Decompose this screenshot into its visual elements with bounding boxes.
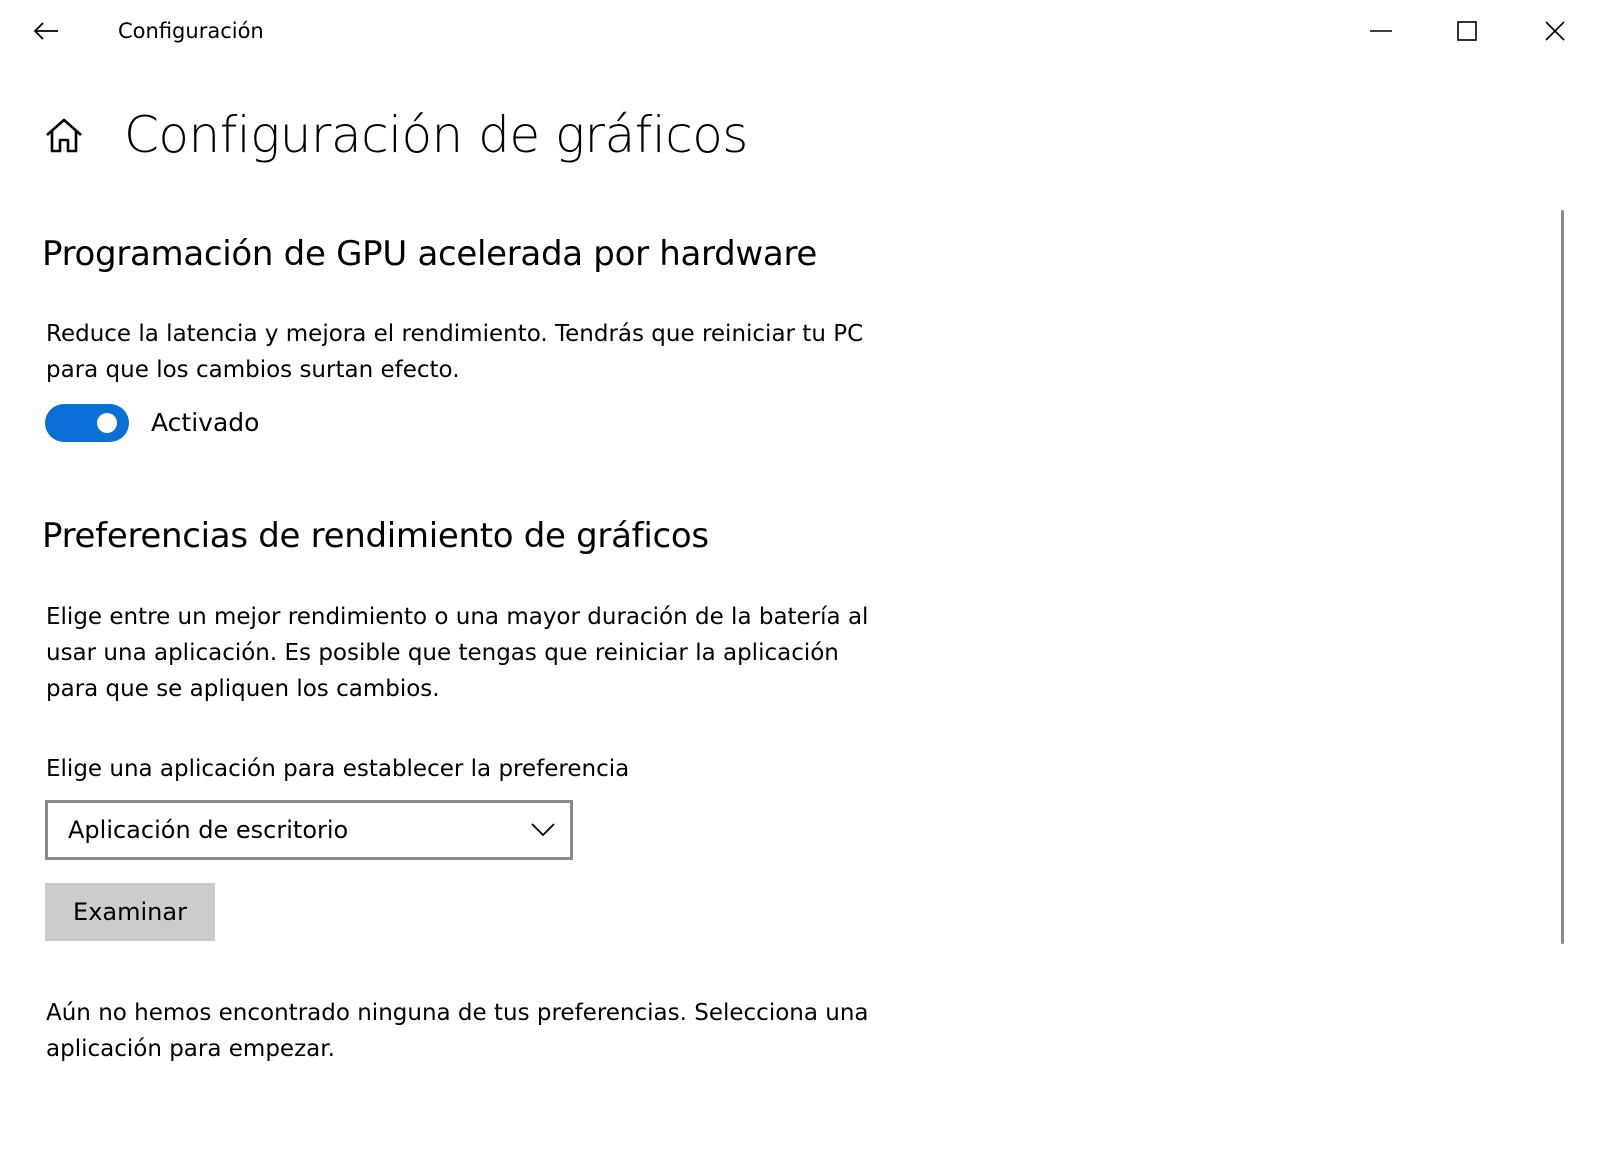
app-type-select-label: Elige una aplicación para establecer la … [46, 756, 630, 782]
gpu-scheduling-toggle-row: Activado [45, 403, 259, 443]
app-title: Configuración [118, 19, 264, 43]
toggle-state-label: Activado [151, 408, 260, 437]
graphics-preference-heading: Preferencias de rendimiento de gráficos [42, 516, 709, 556]
home-icon [46, 118, 82, 153]
maximize-button[interactable] [1424, 0, 1510, 62]
back-button[interactable] [22, 10, 70, 52]
gpu-scheduling-heading: Programación de GPU acelerada por hardwa… [42, 234, 817, 274]
close-icon [1545, 21, 1565, 41]
title-bar: Configuración [0, 0, 1600, 62]
chevron-down-icon [531, 823, 555, 837]
settings-window: Configuración Configuración de gráficos … [0, 0, 1600, 1155]
minimize-icon [1370, 30, 1392, 32]
app-type-select-value: Aplicación de escritorio [68, 816, 349, 844]
home-button[interactable] [42, 114, 86, 158]
app-type-select[interactable]: Aplicación de escritorio [45, 800, 573, 860]
vertical-scrollbar[interactable] [1561, 210, 1564, 944]
close-button[interactable] [1512, 0, 1598, 62]
maximize-icon [1457, 21, 1477, 41]
gpu-scheduling-toggle[interactable] [45, 404, 129, 442]
empty-preferences-message: Aún no hemos encontrado ninguna de tus p… [46, 1000, 869, 1062]
graphics-preference-description: Elige entre un mejor rendimiento o una m… [46, 604, 869, 702]
page-title: Configuración de gráficos [124, 106, 748, 164]
minimize-button[interactable] [1338, 0, 1424, 62]
browse-button[interactable]: Examinar [45, 883, 215, 941]
gpu-scheduling-description: Reduce la latencia y mejora el rendimien… [46, 321, 864, 383]
toggle-knob [97, 413, 117, 433]
arrow-left-icon [33, 22, 58, 40]
